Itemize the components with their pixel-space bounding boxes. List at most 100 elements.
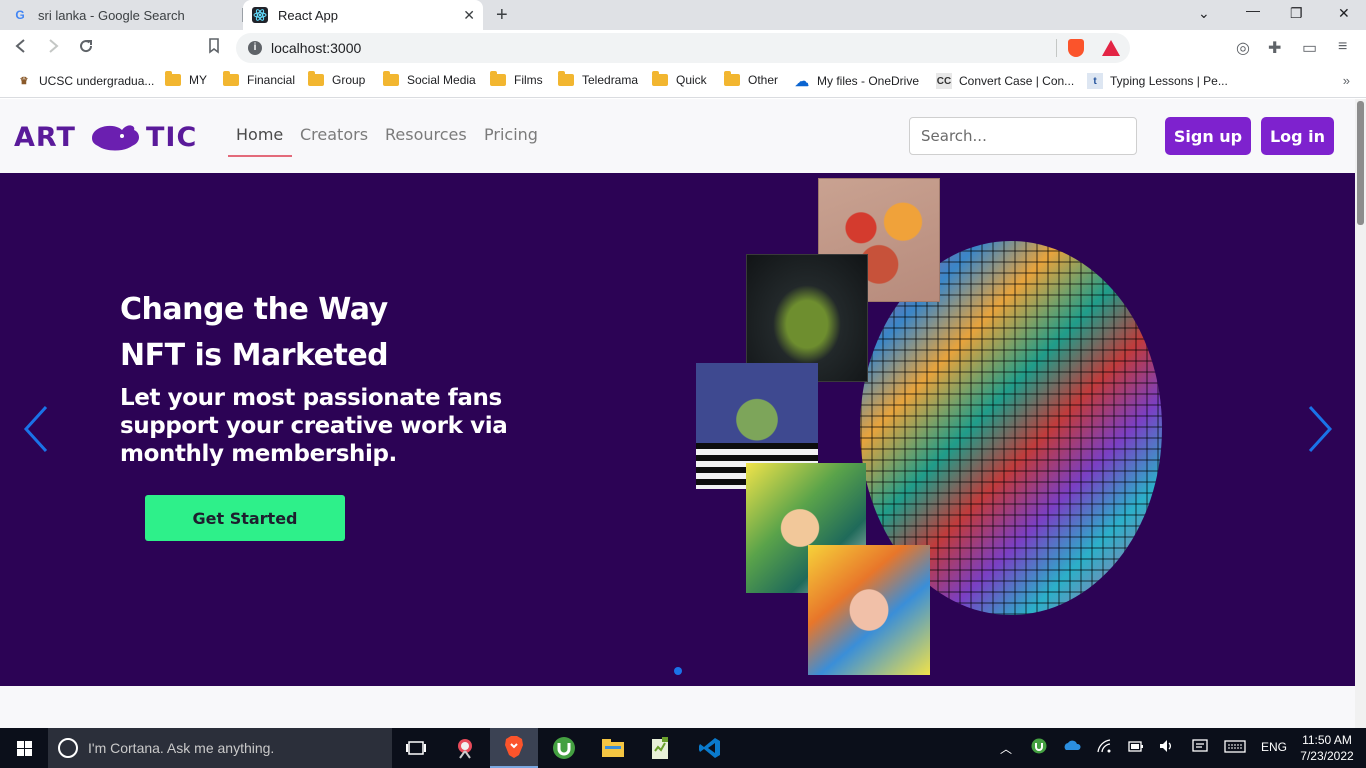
notepad-plus-icon[interactable]	[637, 728, 685, 768]
get-started-button[interactable]: Get Started	[145, 495, 345, 541]
restore-icon[interactable]: ❐	[1290, 5, 1303, 22]
tab-title: React App	[278, 7, 338, 23]
bookmark-onedrive[interactable]: ☁ My files - OneDrive	[794, 73, 919, 89]
close-tab-icon[interactable]: ✕	[463, 7, 475, 24]
carousel-next-arrow-icon[interactable]	[1306, 405, 1334, 453]
arttic-logo[interactable]: ART TIC	[14, 116, 210, 156]
windows-start-icon[interactable]	[17, 741, 32, 756]
nav-link-creators[interactable]: Creators	[300, 125, 368, 144]
onedrive-icon: ☁	[795, 72, 809, 89]
bookmark-folder-financial[interactable]: Financial	[223, 71, 295, 87]
bookmark-folder-social-media[interactable]: Social Media	[383, 71, 476, 87]
tab-strip: G sri lanka - Google Search React App ✕ …	[0, 0, 1366, 30]
hero-title-line-2: NFT is Marketed	[120, 338, 389, 373]
cortana-placeholder: I'm Cortana. Ask me anything.	[88, 740, 275, 756]
battery-icon[interactable]	[1127, 738, 1145, 757]
tab-react-app[interactable]: React App ✕	[243, 0, 483, 30]
svg-text:ART: ART	[14, 122, 76, 153]
carousel-indicator-dot[interactable]	[674, 667, 682, 675]
hero-title-line-1: Change the Way	[120, 292, 388, 327]
forward-icon[interactable]	[46, 38, 60, 59]
tab-search-chevron-icon[interactable]: ⌄	[1198, 5, 1210, 22]
reload-icon[interactable]	[78, 38, 94, 59]
sign-up-button[interactable]: Sign up	[1165, 117, 1251, 155]
volume-icon[interactable]	[1158, 738, 1176, 757]
touch-keyboard-icon[interactable]	[1224, 738, 1246, 757]
bookmark-folder-teledrama[interactable]: Teledrama	[558, 71, 638, 87]
address-bar[interactable]: i localhost:3000	[236, 33, 1130, 63]
site-info-icon[interactable]: i	[248, 41, 262, 55]
extensions-puzzle-icon[interactable]: ✚	[1268, 38, 1281, 58]
page-scrollbar[interactable]	[1355, 99, 1366, 728]
back-icon[interactable]	[14, 38, 28, 59]
input-language[interactable]: ENG	[1261, 740, 1287, 754]
cortana-search-box[interactable]: I'm Cortana. Ask me anything.	[48, 728, 392, 768]
google-icon: G	[15, 8, 25, 22]
hero-carousel: Change the Way NFT is Marketed Let your …	[0, 173, 1355, 686]
file-explorer-icon[interactable]	[589, 728, 637, 768]
folder-icon	[724, 71, 740, 86]
clock-time: 11:50 AM	[1302, 733, 1352, 747]
extension-status-icon[interactable]: ◎	[1236, 38, 1250, 58]
onedrive-tray-icon[interactable]	[1062, 738, 1082, 757]
cortana-icon	[58, 738, 78, 758]
wallet-icon[interactable]: ▭	[1302, 38, 1317, 58]
wifi-icon[interactable]	[1096, 738, 1112, 757]
carousel-prev-arrow-icon[interactable]	[22, 405, 50, 453]
minimize-icon[interactable]: —	[1246, 2, 1260, 18]
tab-title: sri lanka - Google Search	[38, 7, 185, 23]
brave-shields-icon[interactable]	[1068, 39, 1084, 57]
url-text[interactable]: localhost:3000	[271, 40, 361, 56]
notifications-message-icon[interactable]	[1192, 738, 1208, 757]
windows-taskbar: I'm Cortana. Ask me anything. ︿ ENG 11:5…	[0, 728, 1366, 768]
svg-text:TIC: TIC	[146, 122, 197, 153]
folder-icon	[383, 71, 399, 86]
folder-icon	[165, 71, 181, 86]
folder-icon	[652, 71, 668, 86]
task-view-icon[interactable]	[392, 728, 440, 768]
folder-icon	[223, 71, 239, 86]
active-nav-underline	[228, 155, 292, 157]
react-icon	[252, 7, 268, 23]
utorrent-tray-icon[interactable]	[1031, 738, 1047, 757]
site-navbar: ART TIC Home Creators Resources Pricing …	[0, 99, 1355, 173]
close-window-icon[interactable]: ✕	[1338, 5, 1350, 22]
scrollbar-thumb[interactable]	[1357, 101, 1364, 225]
new-tab-icon[interactable]: +	[496, 4, 508, 27]
bookmark-folder-other[interactable]: Other	[724, 71, 778, 87]
system-clock[interactable]: 11:50 AM 7/23/2022	[1296, 732, 1358, 764]
clock-date: 7/23/2022	[1300, 749, 1354, 763]
bookmark-folder-quick[interactable]: Quick	[652, 71, 707, 87]
folder-icon	[558, 71, 574, 86]
bookmark-convert-case[interactable]: CC Convert Case | Con...	[936, 73, 1074, 89]
brave-taskbar-icon[interactable]	[490, 728, 538, 768]
omnibox-divider	[1056, 39, 1057, 57]
nav-link-pricing[interactable]: Pricing	[484, 125, 538, 144]
show-hidden-icons-chevron-icon[interactable]: ︿	[1000, 740, 1012, 757]
utorrent-icon[interactable]	[540, 728, 588, 768]
nav-link-resources[interactable]: Resources	[385, 125, 467, 144]
log-in-button[interactable]: Log in	[1261, 117, 1334, 155]
bookmark-folder-my[interactable]: MY	[165, 71, 207, 87]
page-viewport: ART TIC Home Creators Resources Pricing …	[0, 99, 1355, 728]
nav-link-home[interactable]: Home	[236, 125, 283, 144]
folder-icon	[308, 71, 324, 86]
folder-icon	[490, 71, 506, 86]
nft-artwork-girl	[808, 545, 930, 675]
bookmarks-bar: ♛ UCSC undergradua... MY Financial Group…	[0, 66, 1366, 98]
tab-google-search[interactable]: G sri lanka - Google Search	[0, 0, 242, 30]
bookmark-folder-films[interactable]: Films	[490, 71, 543, 87]
search-input[interactable]	[909, 117, 1137, 155]
typing-icon: t	[1087, 73, 1103, 89]
more-bookmarks-icon[interactable]: »	[1343, 73, 1350, 88]
bookmark-folder-group[interactable]: Group	[308, 71, 365, 87]
hero-subtitle: Let your most passionate fans support yo…	[120, 385, 508, 467]
menu-icon[interactable]: ≡	[1338, 38, 1347, 56]
snipping-tool-icon[interactable]	[441, 728, 489, 768]
bookmark-icon[interactable]	[208, 38, 220, 59]
vscode-icon[interactable]	[686, 728, 734, 768]
bookmark-ucsc[interactable]: ♛ UCSC undergradua...	[16, 73, 155, 89]
brave-rewards-icon[interactable]	[1102, 40, 1120, 56]
convertcase-icon: CC	[936, 73, 952, 89]
bookmark-typing-lessons[interactable]: t Typing Lessons | Pe...	[1087, 73, 1228, 89]
